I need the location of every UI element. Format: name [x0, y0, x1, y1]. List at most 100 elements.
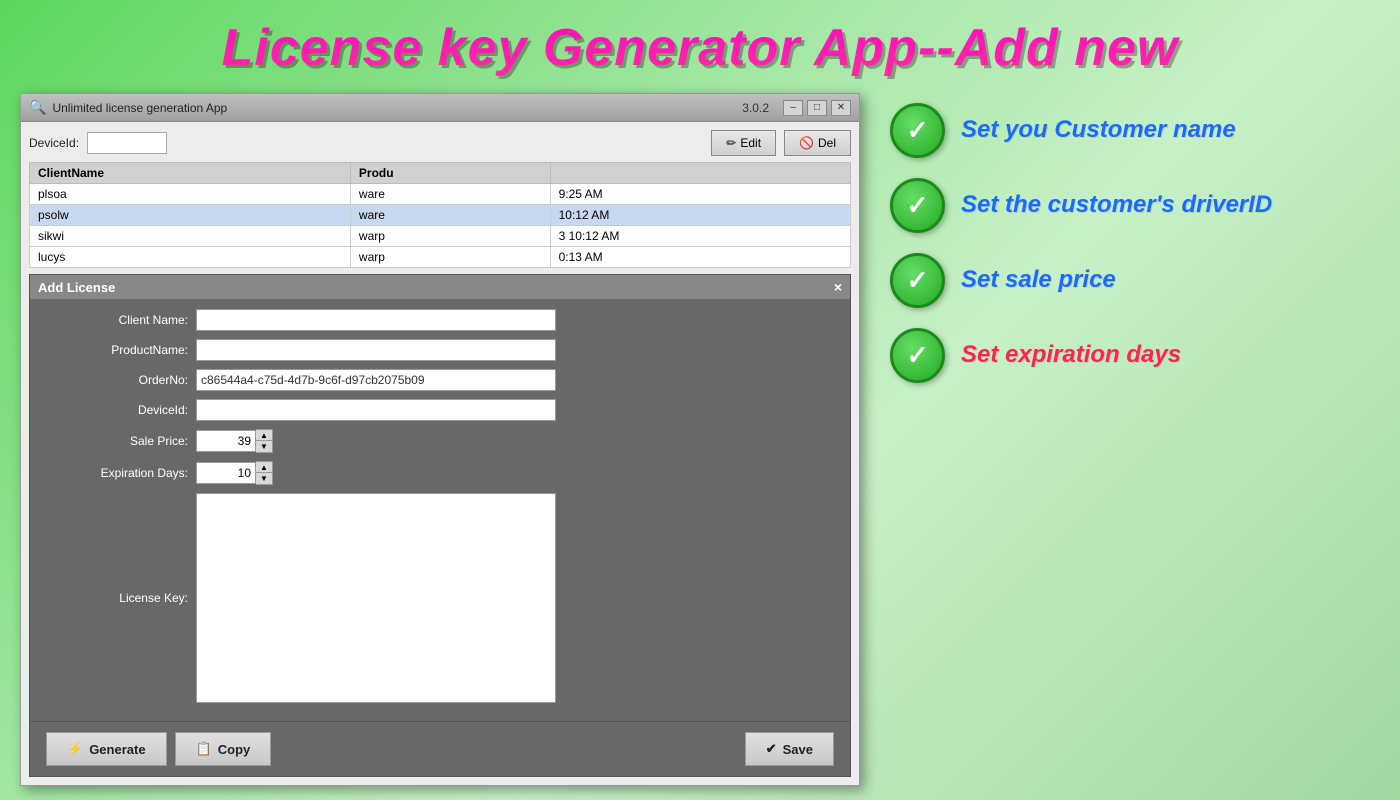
copy-label: Copy [218, 742, 251, 757]
check-mark-2: ✓ [907, 265, 929, 296]
device-id-input[interactable] [196, 399, 556, 421]
feature-item-1: ✓ Set the customer's driverID [890, 178, 1380, 233]
dialog-body: Client Name: ProductName: OrderNo: [30, 299, 850, 721]
save-icon: ✔ [766, 741, 777, 757]
license-key-row: License Key: [46, 493, 834, 703]
check-circle-0: ✓ [890, 103, 945, 158]
expiration-days-up[interactable]: ▲ [256, 462, 272, 473]
cell-client: psolw [30, 205, 351, 226]
table-row[interactable]: plsoa ware 9:25 AM [30, 184, 851, 205]
cell-product: ware [350, 184, 550, 205]
sale-price-input[interactable] [196, 430, 256, 452]
right-panel: ✓ Set you Customer name ✓ Set the customer'… [890, 93, 1380, 383]
dialog-close-button[interactable]: × [834, 279, 842, 295]
edit-label: Edit [740, 136, 761, 150]
generate-button[interactable]: ⚡ Generate [46, 732, 167, 766]
edit-button[interactable]: ✏ Edit [711, 130, 776, 156]
client-name-label: Client Name: [46, 313, 196, 327]
col-header-time [550, 163, 850, 184]
order-no-label: OrderNo: [46, 373, 196, 387]
check-mark-0: ✓ [907, 115, 929, 146]
cell-product: warp [350, 226, 550, 247]
edit-icon: ✏ [726, 136, 736, 150]
product-name-row: ProductName: [46, 339, 834, 361]
app-window: 🔍 Unlimited license generation App 3.0.2… [20, 93, 860, 786]
add-license-dialog: Add License × Client Name: ProductName: [29, 274, 851, 777]
dialog-titlebar: Add License × [30, 275, 850, 299]
expiration-days-row: Expiration Days: ▲ ▼ [46, 461, 834, 485]
window-title-left: 🔍 Unlimited license generation App [29, 99, 227, 116]
expiration-days-spinner-btns: ▲ ▼ [256, 461, 273, 485]
feature-item-2: ✓ Set sale price [890, 253, 1380, 308]
window-controls: 3.0.2 – □ ✕ [742, 100, 851, 116]
window-version: 3.0.2 [742, 101, 769, 115]
cell-time: 9:25 AM [550, 184, 850, 205]
license-key-label: License Key: [46, 591, 196, 605]
feature-item-3: ✓ Set expiration days [890, 328, 1380, 383]
deviceid-input[interactable] [87, 132, 167, 154]
sale-price-label: Sale Price: [46, 434, 196, 448]
table-row[interactable]: psolw ware 10:12 AM [30, 205, 851, 226]
license-key-textarea[interactable] [196, 493, 556, 703]
copy-button[interactable]: 📋 Copy [175, 732, 272, 766]
save-label: Save [783, 742, 813, 757]
window-icon: 🔍 [29, 99, 46, 116]
device-id-label: DeviceId: [46, 403, 196, 417]
del-icon: 🚫 [799, 136, 814, 150]
product-name-input[interactable] [196, 339, 556, 361]
sale-price-row: Sale Price: ▲ ▼ [46, 429, 834, 453]
generate-icon: ⚡ [67, 741, 83, 757]
minimize-button[interactable]: – [783, 100, 803, 116]
col-header-client: ClientName [30, 163, 351, 184]
client-name-row: Client Name: [46, 309, 834, 331]
close-button[interactable]: ✕ [831, 100, 851, 116]
col-header-product: Produ [350, 163, 550, 184]
dialog-buttons: ⚡ Generate 📋 Copy ✔ Save [30, 721, 850, 776]
feature-text-3: Set expiration days [961, 341, 1181, 370]
deviceid-label: DeviceId: [29, 136, 79, 150]
device-id-row: DeviceId: [46, 399, 834, 421]
check-circle-1: ✓ [890, 178, 945, 233]
sale-price-up[interactable]: ▲ [256, 430, 272, 441]
sale-price-spinner-btns: ▲ ▼ [256, 429, 273, 453]
cell-product: ware [350, 205, 550, 226]
save-button[interactable]: ✔ Save [745, 732, 834, 766]
cell-time: 3 10:12 AM [550, 226, 850, 247]
check-circle-2: ✓ [890, 253, 945, 308]
check-mark-1: ✓ [907, 190, 929, 221]
main-layout: 🔍 Unlimited license generation App 3.0.2… [0, 93, 1400, 786]
feature-item-0: ✓ Set you Customer name [890, 103, 1380, 158]
generate-label: Generate [89, 742, 145, 757]
table-row[interactable]: sikwi warp 3 10:12 AM [30, 226, 851, 247]
expiration-days-down[interactable]: ▼ [256, 473, 272, 484]
table-row[interactable]: lucys warp 0:13 AM [30, 247, 851, 268]
order-no-row: OrderNo: [46, 369, 834, 391]
del-button[interactable]: 🚫 Del [784, 130, 851, 156]
data-table: ClientName Produ plsoa ware 9:25 AM psol… [29, 162, 851, 268]
del-label: Del [818, 136, 836, 150]
top-bar: DeviceId: ✏ Edit 🚫 Del [29, 130, 851, 156]
cell-client: sikwi [30, 226, 351, 247]
sale-price-down[interactable]: ▼ [256, 441, 272, 452]
client-name-input[interactable] [196, 309, 556, 331]
cell-time: 0:13 AM [550, 247, 850, 268]
copy-icon: 📋 [196, 741, 212, 757]
feature-text-1: Set the customer's driverID [961, 191, 1272, 220]
product-name-label: ProductName: [46, 343, 196, 357]
cell-client: lucys [30, 247, 351, 268]
maximize-button[interactable]: □ [807, 100, 827, 116]
expiration-days-input[interactable] [196, 462, 256, 484]
cell-time: 10:12 AM [550, 205, 850, 226]
check-mark-3: ✓ [907, 340, 929, 371]
page-title: License key Generator App--Add new [0, 0, 1400, 93]
sale-price-spinner: ▲ ▼ [196, 429, 273, 453]
cell-client: plsoa [30, 184, 351, 205]
feature-text-0: Set you Customer name [961, 116, 1236, 145]
order-no-input[interactable] [196, 369, 556, 391]
feature-text-2: Set sale price [961, 266, 1116, 295]
window-title-text: Unlimited license generation App [52, 101, 227, 115]
window-titlebar: 🔍 Unlimited license generation App 3.0.2… [21, 94, 859, 122]
cell-product: warp [350, 247, 550, 268]
check-circle-3: ✓ [890, 328, 945, 383]
expiration-days-spinner: ▲ ▼ [196, 461, 273, 485]
